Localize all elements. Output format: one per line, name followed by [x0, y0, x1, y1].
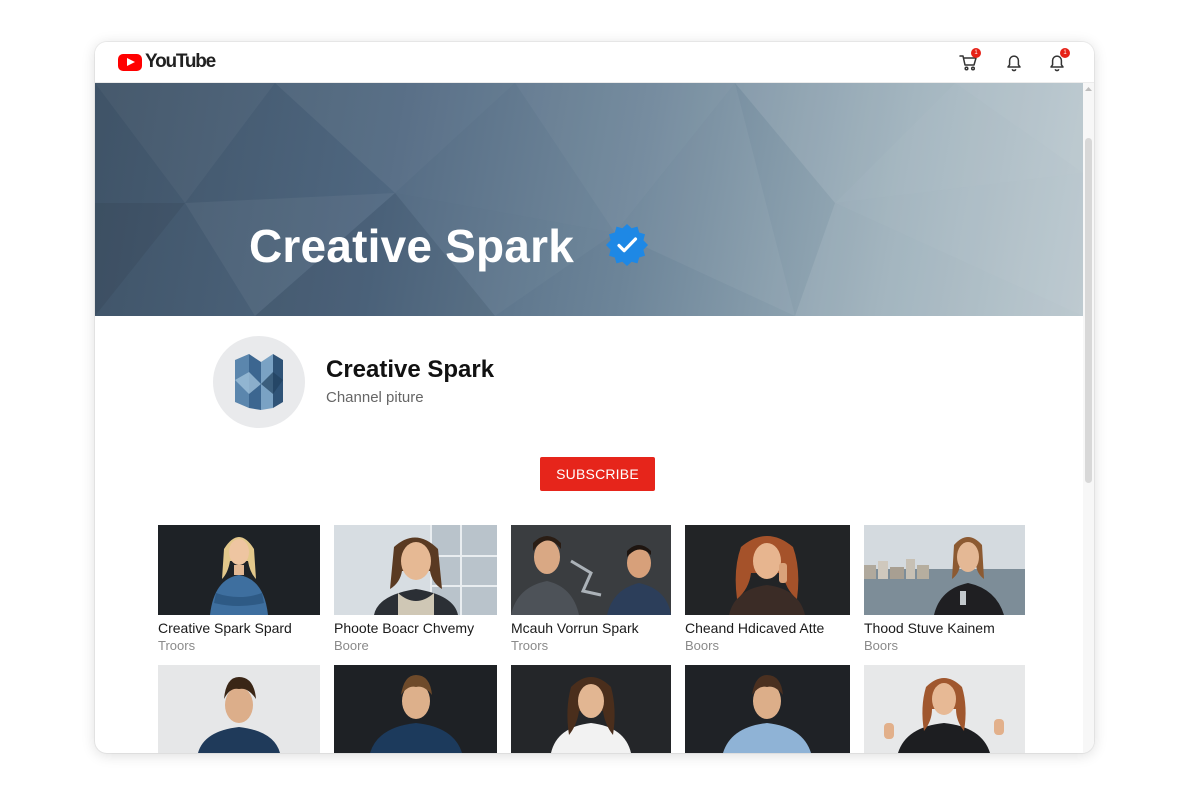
video-title[interactable]: Creative Spark Spard — [158, 620, 292, 636]
banner-polygon-pattern — [95, 83, 1083, 316]
top-bar: YouTube 1 1 — [95, 42, 1094, 83]
video-meta: Boors — [864, 638, 898, 653]
video-card[interactable]: Mcauh Vorrun Spark Troors — [511, 525, 671, 655]
video-thumbnail[interactable] — [158, 665, 320, 753]
logo-text: YouTube — [145, 51, 216, 72]
video-meta: Boore — [334, 638, 369, 653]
video-card[interactable] — [334, 665, 497, 753]
video-card[interactable] — [158, 665, 320, 753]
channel-logo-icon — [235, 354, 283, 410]
cart-icon[interactable]: 1 — [957, 48, 981, 73]
video-meta: Troors — [511, 638, 549, 653]
scroll-up-arrow-icon[interactable] — [1085, 87, 1092, 91]
account-bell-icon[interactable]: 1 — [1046, 48, 1070, 73]
scrollbar-thumb[interactable] — [1085, 138, 1092, 483]
channel-name: Creative Spark — [326, 356, 495, 383]
video-thumbnail[interactable] — [511, 665, 671, 753]
video-thumbnail[interactable] — [158, 525, 320, 615]
video-thumbnail[interactable] — [511, 525, 671, 615]
banner-title: Creative Spark — [249, 220, 574, 272]
channel-subtitle: Channel piture — [326, 389, 424, 406]
cart-badge: 1 — [971, 48, 981, 58]
video-card[interactable]: Phoote Boacr Chvemy Boore — [334, 525, 497, 655]
video-thumbnail[interactable] — [864, 525, 1025, 615]
verified-check-icon — [606, 224, 648, 266]
video-title[interactable]: Phoote Boacr Chvemy — [334, 620, 474, 636]
video-thumbnail[interactable] — [685, 665, 850, 753]
account-badge: 1 — [1060, 48, 1070, 58]
subscribe-button[interactable]: SUBSCRIBE — [540, 457, 655, 491]
video-thumbnail[interactable] — [334, 665, 497, 753]
video-card[interactable] — [864, 665, 1025, 753]
avatar[interactable] — [213, 336, 305, 428]
video-card[interactable]: Cheand Hdicaved Atte Boors — [685, 525, 850, 655]
video-thumbnail[interactable] — [685, 525, 850, 615]
video-title[interactable]: Mcauh Vorrun Spark — [511, 620, 639, 636]
channel-banner: Creative Spark — [95, 83, 1083, 316]
video-thumbnail[interactable] — [334, 525, 497, 615]
bell-icon[interactable] — [1003, 51, 1025, 73]
browser-window: YouTube 1 1 Creative Spark Creative Spar… — [95, 42, 1094, 753]
video-card[interactable] — [511, 665, 671, 753]
video-meta: Troors — [158, 638, 196, 653]
video-thumbnail[interactable] — [864, 665, 1025, 753]
video-title[interactable]: Cheand Hdicaved Atte — [685, 620, 824, 636]
youtube-play-icon — [118, 53, 142, 71]
video-card[interactable]: Creative Spark Spard Troors — [158, 525, 320, 655]
video-card[interactable]: Thood Stuve Kainem Boors — [864, 525, 1025, 655]
video-meta: Boors — [685, 638, 719, 653]
youtube-logo[interactable]: YouTube — [118, 51, 216, 72]
video-card[interactable] — [685, 665, 850, 753]
video-title[interactable]: Thood Stuve Kainem — [864, 620, 995, 636]
